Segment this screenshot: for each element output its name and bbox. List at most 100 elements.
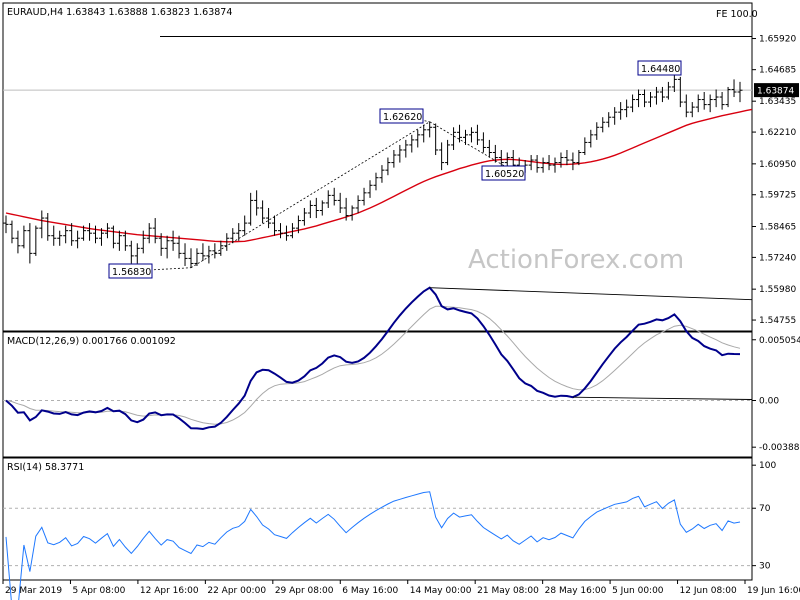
ohlc-bar	[659, 86, 665, 103]
price-ytick-label: 1.64685	[759, 66, 796, 76]
ohlc-bar	[737, 81, 743, 103]
fe-label: FE 100.0	[716, 9, 758, 20]
ohlc-bar	[57, 230, 63, 246]
annotation-label: 1.62620	[383, 112, 422, 123]
ohlc-bar	[200, 243, 206, 261]
panel-frame-1	[2, 2, 753, 332]
panel-frame-3	[2, 457, 753, 581]
ohlc-bar	[230, 228, 236, 244]
ohlc-bar	[695, 94, 701, 113]
ohlc-bar	[33, 225, 39, 256]
ohlc-bar	[683, 94, 689, 118]
annotation-label: 1.56830	[112, 267, 151, 278]
ohlc-bar	[301, 207, 307, 226]
ohlc-bar	[480, 132, 486, 153]
ohlc-bar	[689, 102, 695, 118]
macd-ytick-label: -0.003883	[759, 443, 800, 453]
ohlc-bar	[325, 190, 331, 208]
last-price-label: 1.63874	[757, 87, 794, 97]
macd-ytick-label: 0.005054	[759, 336, 800, 346]
ohlc-bar	[331, 187, 337, 206]
euraud-chart: 1.65920 1.64685 1.63435 1.62210 1.60950 1.597…	[2, 2, 800, 600]
ohlc-bar	[403, 139, 409, 158]
ohlc-bar	[540, 157, 546, 173]
x-tick-label: 6 May 16:00	[342, 586, 398, 596]
ohlc-bar	[707, 94, 713, 113]
x-tick-label: 12 Jun 08:00	[680, 586, 737, 596]
ohlc-bar	[242, 215, 248, 236]
ohlc-bar	[570, 152, 576, 171]
ohlc-bar	[421, 124, 427, 143]
ohlc-bar	[212, 243, 218, 259]
ohlc-bar	[486, 139, 492, 158]
price-ytick-label: 1.65920	[759, 35, 796, 45]
price-ytick-label: 1.54755	[759, 316, 796, 326]
ohlc-bar	[116, 230, 122, 251]
ohlc-bar	[337, 192, 343, 214]
ohlc-bar	[110, 225, 116, 249]
ohlc-bar	[128, 240, 134, 264]
annotation-label: 1.64480	[641, 64, 680, 75]
ohlc-bar	[451, 127, 457, 150]
ohlc-bar	[445, 139, 451, 166]
ohlc-bar	[51, 225, 57, 246]
ohlc-bar	[188, 248, 194, 268]
annotation-label: 1.60520	[485, 169, 524, 180]
ohlc-bar	[474, 124, 480, 145]
ohlc-bar	[349, 205, 355, 221]
price-ytick-label: 1.63435	[759, 97, 796, 107]
ohlc-bar	[164, 235, 170, 259]
macd-signal-line	[5, 305, 741, 425]
ohlc-bar	[642, 89, 648, 108]
ohlc-bar	[21, 225, 27, 249]
ohlc-bar	[134, 243, 140, 264]
ohlc-bar	[3, 215, 9, 234]
price-ytick-label: 1.57240	[759, 253, 796, 263]
ohlc-bar	[564, 149, 570, 166]
x-tick-label: 22 Apr 00:00	[207, 586, 266, 596]
ohlc-bar	[367, 180, 373, 198]
rsi-ytick-label: 70	[759, 504, 771, 514]
ohlc-bar	[671, 74, 677, 92]
ohlc-bar	[624, 99, 630, 118]
ohlc-bar	[266, 207, 272, 229]
macd-resistance-line	[429, 287, 753, 301]
ohlc-bar	[594, 122, 600, 140]
ohlc-bar	[397, 144, 403, 163]
ohlc-bar	[457, 124, 463, 143]
macd-ytick-label: 0.00	[759, 397, 779, 407]
x-tick-label: 5 Apr 08:00	[72, 586, 125, 596]
macd-line	[5, 286, 741, 431]
ohlc-bar	[606, 112, 612, 128]
price-ytick-label: 1.62210	[759, 128, 796, 138]
x-tick-label: 5 Jun 00:00	[612, 586, 664, 596]
ohlc-bar	[45, 213, 51, 241]
ohlc-bar	[379, 165, 385, 183]
x-tick-label: 14 May 00:00	[410, 586, 472, 596]
ohlc-bar	[719, 91, 725, 110]
ohlc-bar	[588, 129, 594, 148]
ohlc-bar	[93, 225, 99, 244]
x-tick-label: 29 Apr 08:00	[275, 586, 334, 596]
ohlc-bar	[558, 152, 564, 168]
ohlc-bar	[248, 192, 254, 226]
ohlc-bar	[701, 91, 707, 110]
ohlc-bar	[260, 200, 266, 224]
ohlc-bar	[713, 89, 719, 108]
ohlc-bar	[39, 210, 45, 239]
price-ytick-label: 1.55980	[759, 285, 796, 295]
ohlc-bar	[176, 235, 182, 259]
macd-panel: 0.005054 0.00 -0.003883 MACD(12,26,9) 0.001…	[3, 286, 800, 453]
ohlc-bar	[731, 79, 737, 98]
ohlc-bar	[653, 86, 659, 105]
price-ytick-label: 1.59725	[759, 191, 796, 201]
ohlc-bar	[528, 155, 534, 171]
ohlc-bar	[618, 102, 624, 120]
ohlc-bar	[373, 172, 379, 191]
x-axis: 29 Mar 2019 5 Apr 08:00 12 Apr 16:00 22 Apr…	[2, 580, 800, 596]
price-panel: 1.65920 1.64685 1.63435 1.62210 1.60950 1.597…	[3, 7, 799, 326]
ohlc-bar	[140, 230, 146, 254]
x-tick-label: 29 Mar 2019	[5, 586, 62, 596]
ohlc-bar	[87, 223, 93, 241]
x-tick-label: 21 May 08:00	[477, 586, 539, 596]
